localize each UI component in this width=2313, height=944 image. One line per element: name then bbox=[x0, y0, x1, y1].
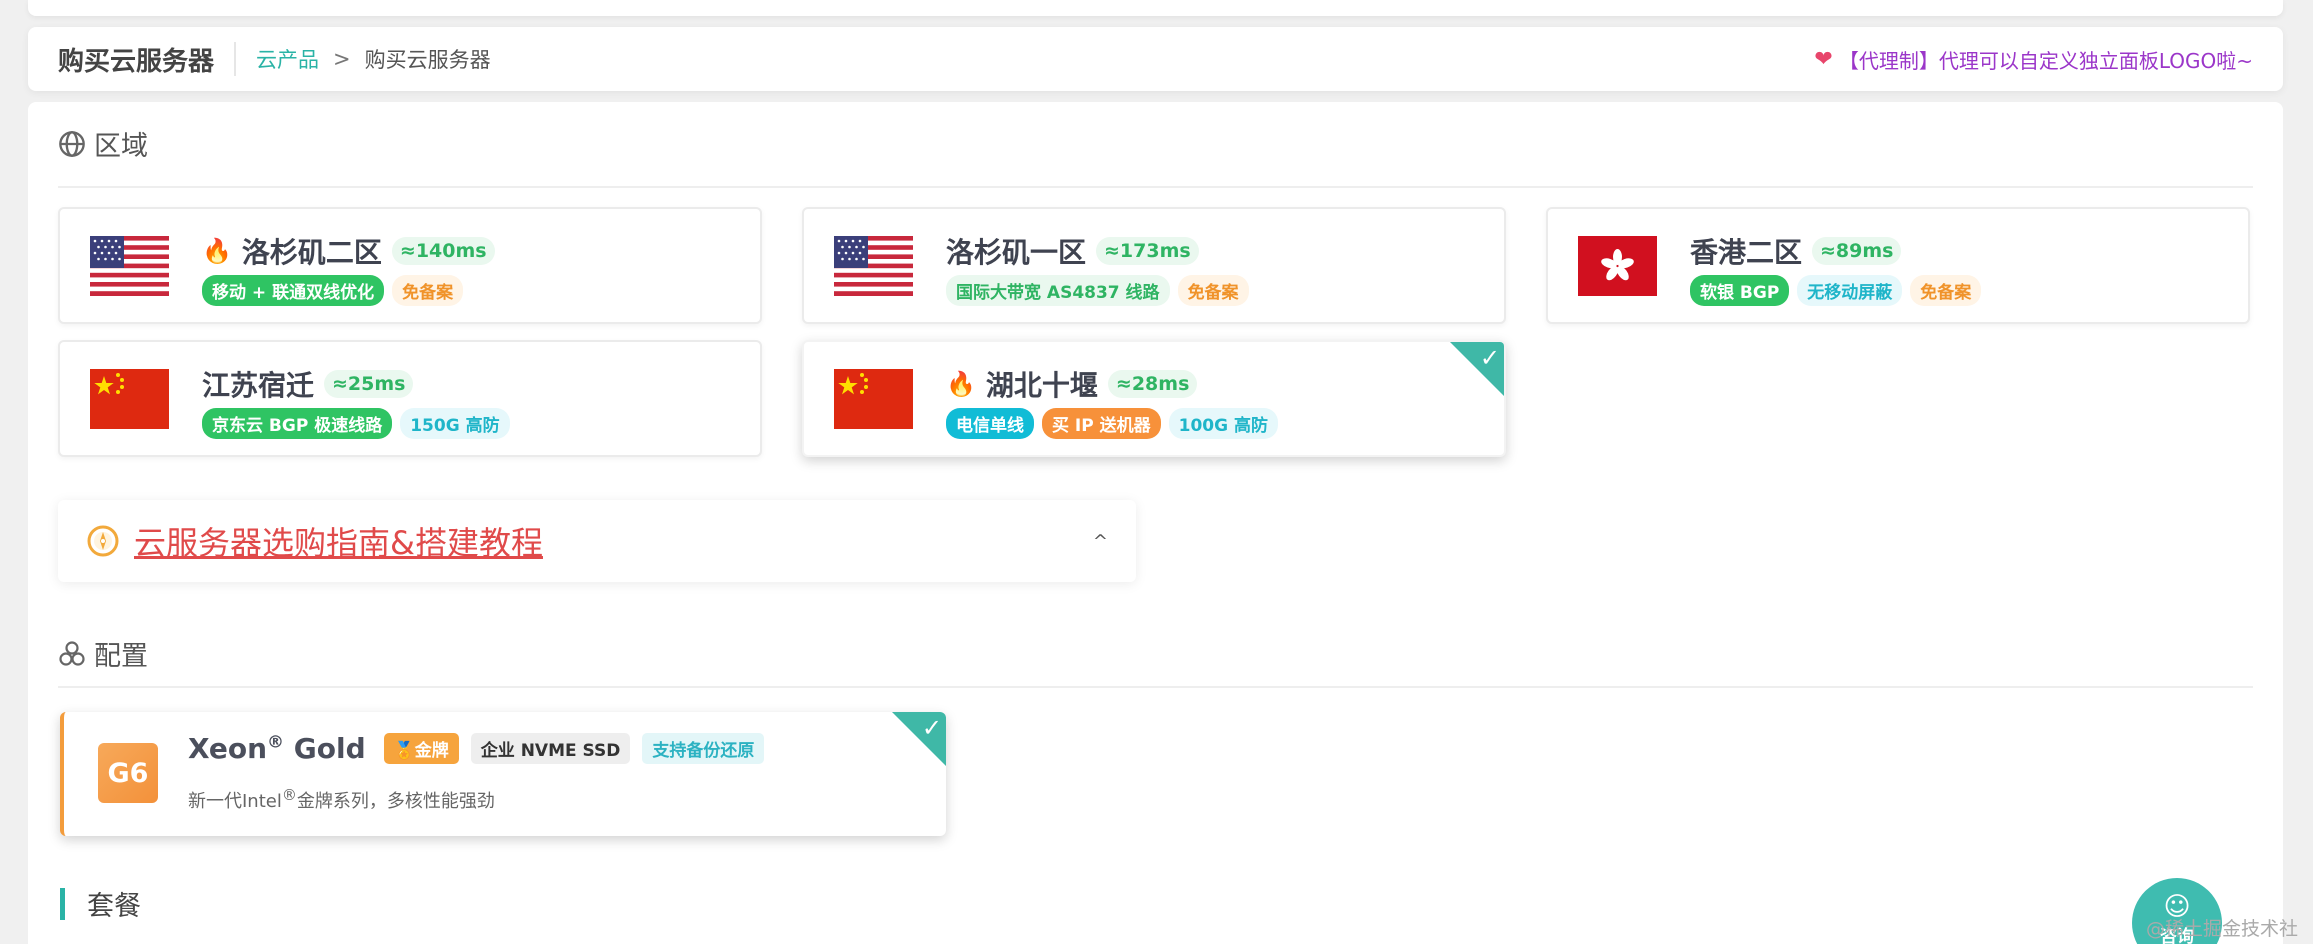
breadcrumb-separator-icon: > bbox=[333, 47, 351, 71]
fire-icon: 🔥 bbox=[946, 370, 976, 398]
region-name: 湖北十堰 bbox=[985, 369, 1098, 402]
region-divider bbox=[58, 186, 2253, 188]
region-name: 香港二区 bbox=[1690, 236, 1803, 269]
region-tag: 免备案 bbox=[1910, 275, 1982, 306]
region-tag: 免备案 bbox=[392, 275, 464, 306]
hk-flag-icon bbox=[1578, 236, 1657, 296]
region-tags: 移动 + 联通双线优化 免备案 bbox=[202, 275, 464, 306]
region-section-label: 区域 bbox=[94, 131, 148, 162]
cn-flag-icon bbox=[834, 369, 913, 429]
us-flag-icon bbox=[834, 236, 913, 296]
region-card-jiangsu-suqian[interactable]: 江苏宿迁 ≈25ms 京东云 BGP 极速线路 150G 高防 bbox=[58, 340, 762, 457]
region-card-hk-2[interactable]: 香港二区 ≈89ms 软银 BGP 无移动屏蔽 免备案 bbox=[1546, 207, 2250, 324]
region-tags: 京东云 BGP 极速线路 150G 高防 bbox=[202, 408, 510, 439]
guide-link[interactable]: 云服务器选购指南&搭建教程 bbox=[134, 518, 543, 564]
chevron-up-icon[interactable]: ^ bbox=[1093, 531, 1108, 552]
breadcrumb-link-cloud-products[interactable]: 云产品 bbox=[256, 44, 319, 74]
compass-icon bbox=[87, 525, 119, 557]
config-name: Xeon® Gold bbox=[188, 732, 366, 765]
promo-text: 【代理制】代理可以自定义独立面板LOGO啦~ bbox=[1838, 48, 2253, 73]
package-section-title: 套餐 bbox=[60, 884, 141, 923]
us-flag-icon bbox=[90, 236, 169, 296]
config-section-label: 配置 bbox=[94, 641, 148, 672]
config-divider bbox=[58, 686, 2253, 688]
ssd-tag: 企业 NVME SSD bbox=[470, 733, 631, 764]
region-tag: 国际大带宽 AS4837 线路 bbox=[946, 275, 1170, 306]
page-title: 购买云服务器 bbox=[58, 46, 215, 77]
region-tag: 无移动屏蔽 bbox=[1797, 275, 1903, 306]
region-name-row: 洛杉矶一区 ≈173ms bbox=[946, 231, 1199, 271]
config-name-row: Xeon® Gold 🏅金牌 企业 NVME SSD 支持备份还原 bbox=[188, 732, 765, 765]
check-icon: ✓ bbox=[921, 714, 942, 742]
region-tag: 移动 + 联通双线优化 bbox=[202, 275, 385, 306]
g6-badge: G6 bbox=[98, 743, 158, 803]
region-tags: 电信单线 买 IP 送机器 100G 高防 bbox=[946, 408, 1278, 439]
config-description: 新一代Intel®金牌系列，多核性能强劲 bbox=[188, 786, 495, 812]
region-name-row: 🔥 湖北十堰 ≈28ms bbox=[946, 364, 1198, 404]
config-card-xeon-gold[interactable]: G6 Xeon® Gold 🏅金牌 企业 NVME SSD 支持备份还原 新一代… bbox=[60, 712, 946, 836]
fire-icon: 🔥 bbox=[202, 237, 232, 265]
accent-bar bbox=[60, 887, 65, 920]
latency-badge: ≈140ms bbox=[391, 237, 495, 265]
latency-badge: ≈28ms bbox=[1107, 370, 1198, 398]
region-name-row: 香港二区 ≈89ms bbox=[1690, 231, 1902, 271]
region-tag: 100G 高防 bbox=[1168, 408, 1278, 439]
region-name: 洛杉矶二区 bbox=[241, 236, 382, 269]
check-icon: ✓ bbox=[1479, 344, 1500, 372]
globe-icon bbox=[59, 130, 85, 157]
region-name-row: 🔥 洛杉矶二区 ≈140ms bbox=[202, 231, 495, 271]
latency-badge: ≈25ms bbox=[324, 370, 414, 398]
main-panel: 区域 🔥 洛杉矶二区 ≈140ms 移动 + 联通双线优化 免备案 洛杉矶一区 … bbox=[28, 102, 2283, 944]
gold-tag: 🏅金牌 bbox=[383, 733, 459, 764]
header-divider bbox=[234, 42, 237, 76]
guide-panel[interactable]: 云服务器选购指南&搭建教程 ^ bbox=[58, 500, 1136, 582]
page-header: 购买云服务器 云产品 > 购买云服务器 ❤ 【代理制】代理可以自定义独立面板LO… bbox=[28, 27, 2283, 91]
region-tag: 电信单线 bbox=[946, 408, 1034, 439]
cubes-icon bbox=[59, 640, 85, 666]
region-tags: 软银 BGP 无移动屏蔽 免备案 bbox=[1690, 275, 1982, 306]
region-tag: 免备案 bbox=[1177, 275, 1249, 306]
region-tags: 国际大带宽 AS4837 线路 免备案 bbox=[946, 275, 1249, 306]
region-tag: 京东云 BGP 极速线路 bbox=[202, 408, 393, 439]
region-tag: 买 IP 送机器 bbox=[1042, 408, 1161, 439]
top-strip bbox=[28, 0, 2283, 16]
cn-flag-icon bbox=[90, 369, 169, 429]
package-section-label: 套餐 bbox=[87, 891, 141, 922]
region-card-la-1[interactable]: 洛杉矶一区 ≈173ms 国际大带宽 AS4837 线路 免备案 bbox=[802, 207, 1506, 324]
backup-tag: 支持备份还原 bbox=[642, 733, 765, 764]
heart-icon: ❤ bbox=[1814, 46, 1833, 72]
latency-badge: ≈89ms bbox=[1812, 237, 1902, 265]
region-name-row: 江苏宿迁 ≈25ms bbox=[202, 364, 414, 404]
latency-badge: ≈173ms bbox=[1096, 237, 1199, 265]
region-tag: 软银 BGP bbox=[1690, 275, 1790, 306]
region-name: 洛杉矶一区 bbox=[946, 236, 1087, 269]
region-section-title: 区域 bbox=[58, 124, 148, 163]
medal-icon: 🏅 bbox=[393, 741, 415, 761]
config-section-title: 配置 bbox=[58, 634, 148, 673]
region-card-hubei-shiyan[interactable]: 🔥 湖北十堰 ≈28ms 电信单线 买 IP 送机器 100G 高防 ✓ bbox=[802, 340, 1506, 457]
region-tag: 150G 高防 bbox=[400, 408, 510, 439]
watermark: @稀土掘金技术社区 bbox=[2146, 918, 2299, 940]
region-card-la-2[interactable]: 🔥 洛杉矶二区 ≈140ms 移动 + 联通双线优化 免备案 bbox=[58, 207, 762, 324]
promo-banner[interactable]: ❤ 【代理制】代理可以自定义独立面板LOGO啦~ bbox=[1814, 45, 2253, 74]
breadcrumb-current: 购买云服务器 bbox=[364, 48, 491, 72]
region-name: 江苏宿迁 bbox=[202, 369, 315, 402]
